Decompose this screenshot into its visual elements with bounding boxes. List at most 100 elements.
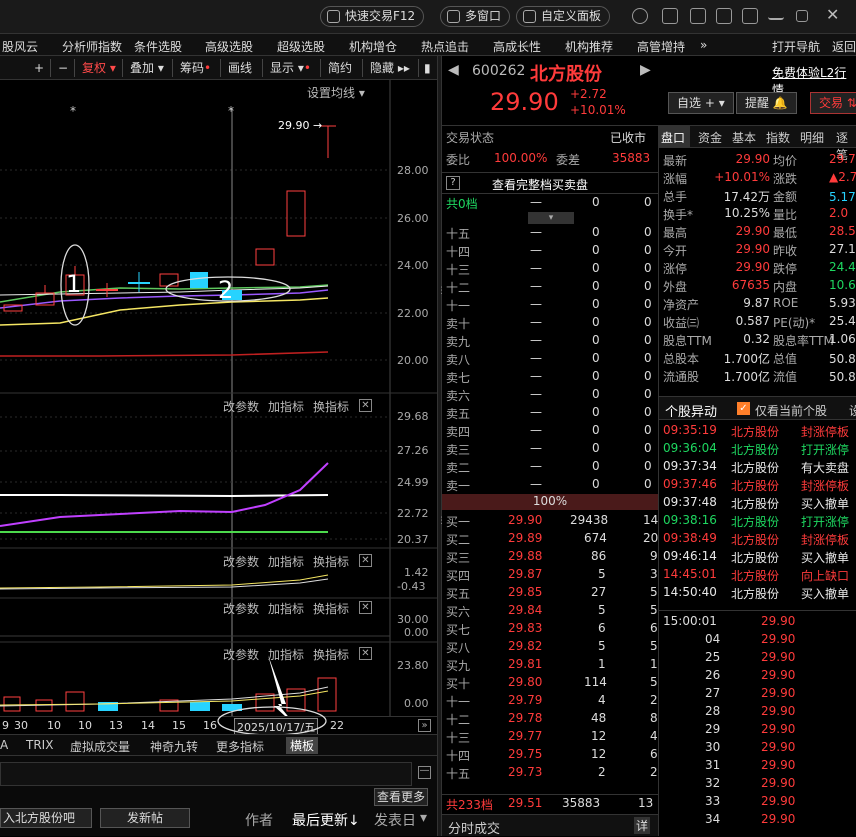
scroll-right-icon[interactable]: » <box>418 719 431 732</box>
menu-item-high-growth[interactable]: 高成长性 <box>493 38 541 55</box>
tick-trade-header[interactable]: 分时成交 详 <box>442 814 658 837</box>
user-icon[interactable] <box>632 8 648 24</box>
tab-detail[interactable]: 明细 <box>800 129 824 146</box>
edit-params-button[interactable]: 改参数 <box>223 398 259 415</box>
stock-bar-link[interactable]: 入北方股份吧 <box>0 808 92 828</box>
sell-level-row[interactable]: 十三 — 0 0 <box>442 260 658 278</box>
more-icon[interactable]: 设 <box>849 402 856 419</box>
alert-row[interactable]: 14:45:01 北方股份 向上缺口 <box>659 566 856 584</box>
buy-level-row[interactable]: 买九 29.81 1 1 <box>442 656 658 674</box>
buy-level-row[interactable]: 买一 29.90 29438 14 <box>442 512 658 530</box>
sell-level-row[interactable]: 卖四 — 0 0 <box>442 422 658 440</box>
menu-item-super-select[interactable]: 超级选股 <box>277 38 325 55</box>
alert-row[interactable]: 09:38:16 北方股份 打开涨停 <box>659 512 856 530</box>
kline-chart-area[interactable]: * * 设置均线 ▾ 29.90 → 28.00 26.00 24.00 22.… <box>0 80 437 716</box>
buy-level-row[interactable]: 买七 29.83 6 6 <box>442 620 658 638</box>
chips-button[interactable]: 筹码• <box>176 59 215 77</box>
sell-level-row[interactable]: 卖九 — 0 0 <box>442 332 658 350</box>
simple-button[interactable]: 简约 <box>324 59 356 77</box>
alert-row[interactable]: 09:37:46 北方股份 封涨停板 <box>659 476 856 494</box>
alert-row[interactable]: 09:37:48 北方股份 买入撤单 <box>659 494 856 512</box>
tab-horizontal[interactable]: 横板 <box>286 737 319 754</box>
sell-level-row[interactable]: 十五 — 0 0 <box>442 224 658 242</box>
sell-level-row[interactable]: 卖七 — 0 0 <box>442 368 658 386</box>
add-watchlist-button[interactable]: 自选 + ▾ <box>668 92 734 114</box>
buy-level-row[interactable]: 买六 29.84 5 5 <box>442 602 658 620</box>
alert-button[interactable]: 提醒 🔔 <box>736 92 797 114</box>
menu-item-analyst-index[interactable]: 分析师指数 <box>62 38 122 55</box>
detail-button[interactable]: 详 <box>634 817 651 834</box>
sell-level-row[interactable]: 卖二 — 0 0 <box>442 458 658 476</box>
add-indicator-button[interactable]: 加指标 <box>268 553 304 570</box>
menu-item-hotspot[interactable]: 热点追击 <box>421 38 469 55</box>
mail-icon[interactable] <box>662 8 678 24</box>
buy-level-row[interactable]: 买五 29.85 27 5 <box>442 584 658 602</box>
menu-more-icon[interactable]: » <box>700 38 707 52</box>
close-panel-icon[interactable]: ✕ <box>359 601 372 614</box>
checkbox-icon[interactable]: ✓ <box>737 402 750 415</box>
close-panel-icon[interactable]: ✕ <box>359 399 372 412</box>
close-panel-icon[interactable]: ✕ <box>359 647 372 660</box>
column-posted[interactable]: 发表日 <box>374 810 416 830</box>
view-more-button[interactable]: 查看更多 <box>374 788 429 806</box>
hide-button[interactable]: 隐藏 ▸▸ <box>366 59 414 77</box>
buy-level-row[interactable]: 十五 29.73 2 2 <box>442 764 658 782</box>
tab-trix[interactable]: TRIX <box>26 738 53 752</box>
menu-item-return[interactable]: 返回 <box>832 38 856 55</box>
new-post-button[interactable]: 发新帖 <box>100 808 190 828</box>
shirt-icon[interactable] <box>742 8 758 24</box>
overlay-dropdown[interactable]: 叠加 ▾ <box>126 59 168 77</box>
custom-panel-button[interactable]: 自定义面板 <box>516 6 611 27</box>
menu-item-institution-recommend[interactable]: 机构推荐 <box>565 38 613 55</box>
zoom-out-button[interactable]: − <box>54 59 72 77</box>
home-icon[interactable] <box>690 8 706 24</box>
alert-row[interactable]: 09:37:34 北方股份 有大卖盘 <box>659 458 856 476</box>
sell-level-row[interactable]: 十二 — 0 0 <box>442 278 658 296</box>
alert-row[interactable]: 14:50:40 北方股份 买入撤单 <box>659 584 856 602</box>
menu-item-condition-select[interactable]: 条件选股 <box>134 38 182 55</box>
switch-indicator-button[interactable]: 换指标 <box>313 646 349 663</box>
skin-icon[interactable] <box>716 8 732 24</box>
add-indicator-button[interactable]: 加指标 <box>268 600 304 617</box>
next-stock-icon[interactable]: ▶ <box>640 62 651 78</box>
quick-trade-button[interactable]: 快速交易F12 <box>320 6 425 27</box>
restore-icon[interactable] <box>796 10 808 22</box>
column-author[interactable]: 作者 <box>245 810 273 830</box>
collapse-chevron-icon[interactable]: ▾ <box>528 212 574 224</box>
edit-params-button[interactable]: 改参数 <box>223 600 259 617</box>
tab-virtual-volume[interactable]: 虚拟成交量 <box>70 738 130 755</box>
sell-level-row[interactable]: 卖八 — 0 0 <box>442 350 658 368</box>
sell-level-row[interactable]: 十四 — 0 0 <box>442 242 658 260</box>
menu-item-executive-increase[interactable]: 高管增持 <box>637 38 685 55</box>
full-book-row[interactable]: ? 查看完整档买卖盘 <box>442 172 658 194</box>
buy-level-row[interactable]: 十二 29.78 48 8 <box>442 710 658 728</box>
menu-item-open-nav[interactable]: 打开导航 <box>772 38 820 55</box>
buy-level-row[interactable]: 十三 29.77 12 4 <box>442 728 658 746</box>
multi-window-button[interactable]: 多窗口 <box>440 6 511 27</box>
switch-indicator-button[interactable]: 换指标 <box>313 398 349 415</box>
tab-magic-nine[interactable]: 神奇九转 <box>150 738 198 755</box>
minimize-forum-icon[interactable]: — <box>418 766 431 779</box>
edit-params-button[interactable]: 改参数 <box>223 553 259 570</box>
tab-funds[interactable]: 资金 <box>698 129 722 146</box>
column-latest-update[interactable]: 最后更新↓ <box>292 810 360 830</box>
add-indicator-button[interactable]: 加指标 <box>268 398 304 415</box>
sell-level-row[interactable]: 卖五 — 0 0 <box>442 404 658 422</box>
tab-basic[interactable]: 基本 <box>732 129 756 146</box>
tab-pankou[interactable]: 盘口 <box>658 126 690 148</box>
chevron-down-icon[interactable]: ▾ <box>420 810 427 826</box>
alert-row[interactable]: 09:36:04 北方股份 打开涨停 <box>659 440 856 458</box>
buy-level-row[interactable]: 买二 29.89 674 20 <box>442 530 658 548</box>
alert-row[interactable]: 09:38:49 北方股份 封涨停板 <box>659 530 856 548</box>
fuquan-dropdown[interactable]: 复权 ▾ <box>78 59 120 77</box>
sell-level-row[interactable]: 十一 — 0 0 <box>442 296 658 314</box>
close-icon[interactable]: ✕ <box>826 5 839 24</box>
add-indicator-button[interactable]: 加指标 <box>268 646 304 663</box>
close-panel-icon[interactable]: ✕ <box>359 554 372 567</box>
edit-params-button[interactable]: 改参数 <box>223 646 259 663</box>
prev-stock-icon[interactable]: ◀ <box>448 62 459 78</box>
tab-indicator-a[interactable]: A <box>0 738 8 752</box>
menu-item-advanced-select[interactable]: 高级选股 <box>205 38 253 55</box>
set-ma-dropdown[interactable]: 设置均线 ▾ <box>307 84 365 101</box>
tab-more-indicators[interactable]: 更多指标 <box>216 738 264 755</box>
